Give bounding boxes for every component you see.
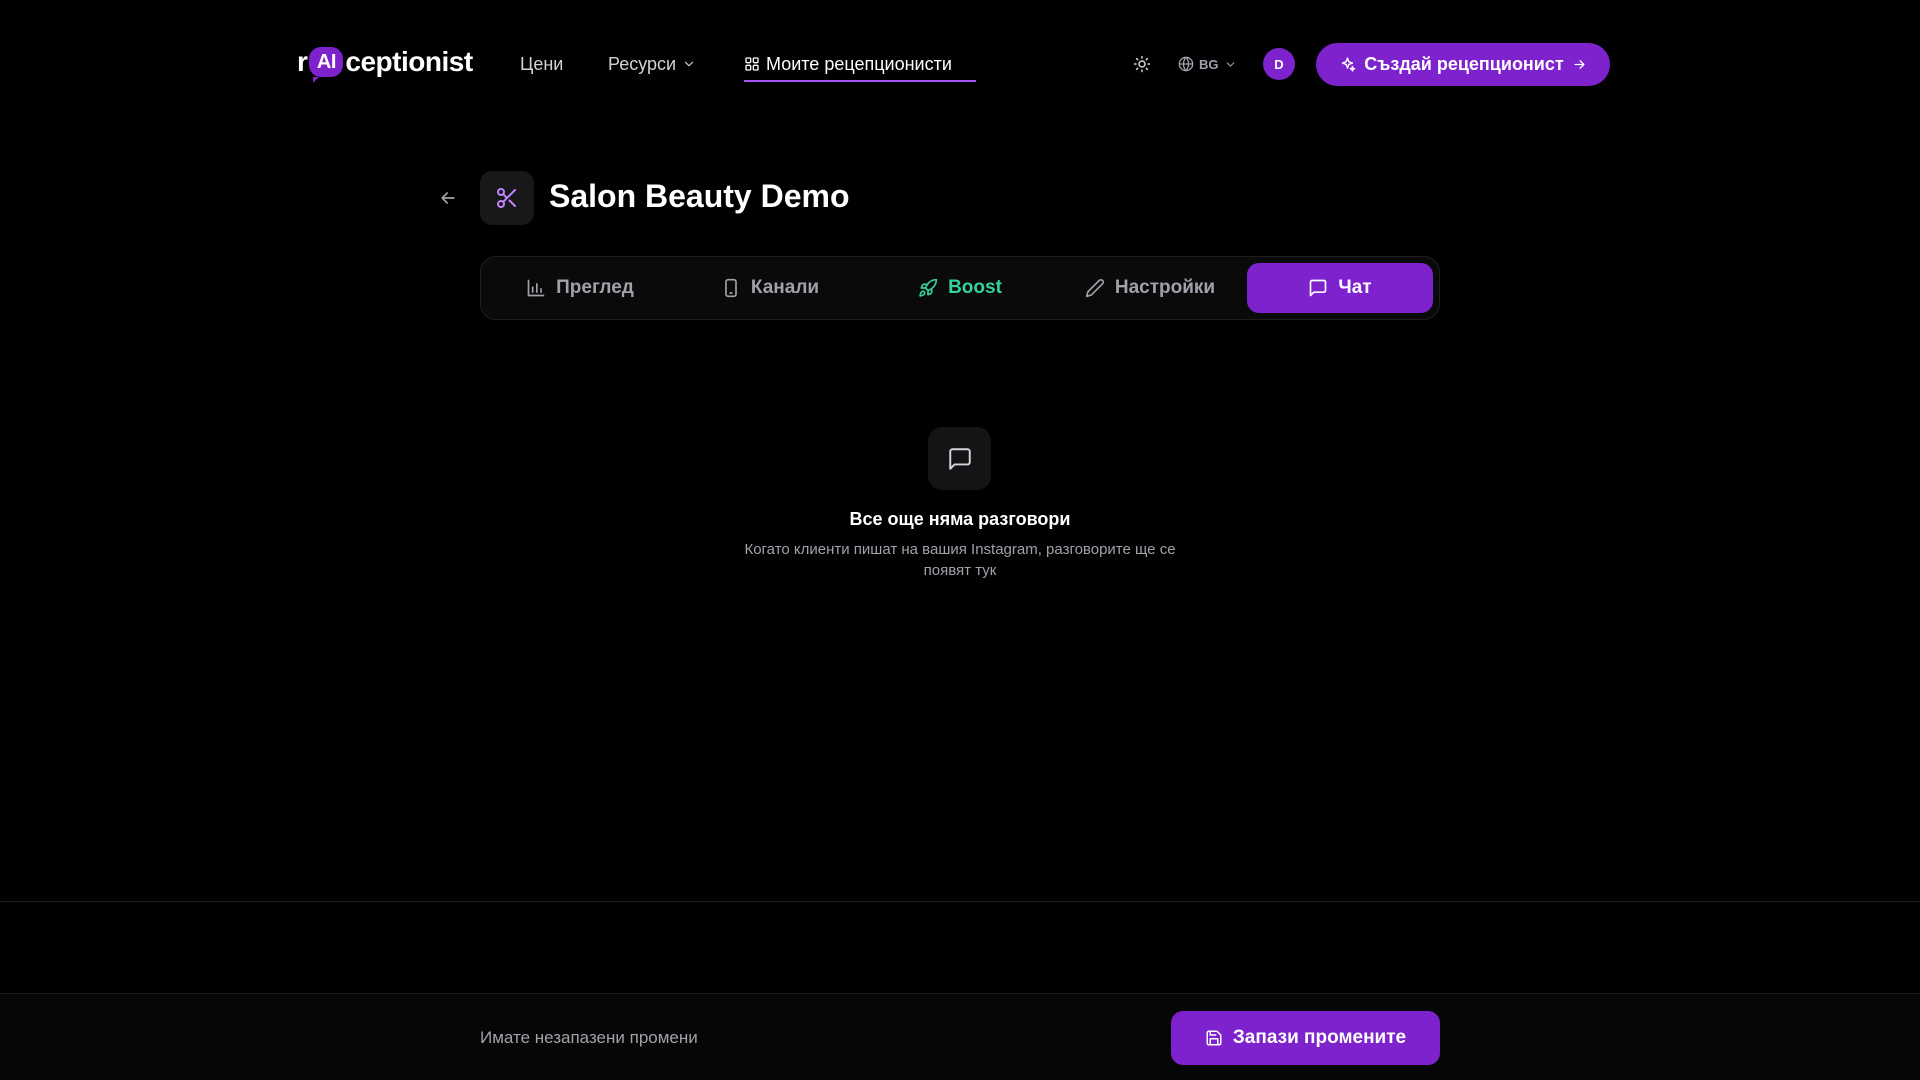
logo-prefix: r (297, 46, 308, 77)
grid-icon (744, 56, 760, 72)
nav-active-indicator (744, 80, 976, 82)
nav-resources[interactable]: Ресурси (608, 50, 696, 78)
chat-icon (1308, 278, 1328, 298)
tab-overview-label: Преглед (556, 277, 634, 298)
nav-pricing[interactable]: Цени (520, 50, 563, 78)
nav-resources-label: Ресурси (608, 53, 677, 74)
tab-overview[interactable]: Преглед (487, 263, 673, 313)
tab-chat-label: Чат (1338, 277, 1372, 298)
tab-channels-label: Канали (750, 277, 820, 298)
create-receptionist-button[interactable]: Създай рецепционист (1316, 43, 1610, 86)
tab-settings[interactable]: Настройки (1057, 263, 1243, 313)
arrow-right-icon (1572, 57, 1587, 72)
empty-state-description: Когато клиенти пишат на вашия Instagram,… (744, 541, 1176, 579)
language-selector[interactable]: BG (1178, 52, 1237, 76)
sparkles-icon (1339, 56, 1356, 73)
sun-icon (1133, 55, 1151, 73)
tab-boost-label: Boost (948, 277, 1002, 298)
logo[interactable]: r AI ceptionist (297, 42, 473, 83)
bar-chart-icon (526, 278, 546, 298)
footer-divider (0, 901, 1920, 902)
theme-toggle-button[interactable] (1130, 52, 1154, 76)
back-button[interactable] (436, 186, 460, 210)
receptionist-tabs: Преглед Канали Boost Настройки Чат (480, 256, 1440, 320)
rocket-icon (918, 278, 938, 298)
save-changes-label: Запази промените (1232, 1027, 1407, 1048)
save-changes-button[interactable]: Запази промените (1171, 1011, 1440, 1065)
create-receptionist-label: Създай рецепционист (1364, 54, 1564, 74)
logo-ai-badge: AI (309, 47, 344, 83)
tab-settings-label: Настройки (1114, 277, 1216, 298)
chevron-down-icon (682, 57, 696, 71)
chevron-down-icon (1224, 58, 1237, 71)
empty-state-title: Все още няма разговори (849, 509, 1071, 529)
salon-type-badge (480, 171, 534, 225)
nav-pricing-label: Цени (520, 53, 564, 74)
phone-icon (721, 278, 741, 298)
unsaved-changes-message: Имате незапазени промени (480, 1028, 698, 1047)
pencil-icon (1085, 278, 1105, 298)
save-icon (1205, 1029, 1223, 1047)
tab-boost[interactable]: Boost (867, 263, 1053, 313)
page-title: Salon Beauty Demo (549, 178, 850, 214)
unsaved-changes-bar: Имате незапазени промени Запази променит… (0, 993, 1920, 1080)
tab-channels[interactable]: Канали (677, 263, 863, 313)
chat-icon (947, 446, 973, 472)
tab-chat[interactable]: Чат (1247, 263, 1433, 313)
nav-my-receptionists[interactable]: Моите рецепционисти (744, 50, 952, 78)
language-code: BG (1199, 56, 1219, 72)
empty-state-icon-box (928, 427, 991, 490)
logo-suffix: ceptionist (345, 46, 473, 77)
user-avatar[interactable]: D (1263, 48, 1295, 80)
site-header: r AI ceptionist Цени Ресурси Моите рецеп… (0, 0, 1920, 128)
nav-my-receptionists-label: Моите рецепционисти (766, 53, 952, 74)
arrow-left-icon (438, 188, 458, 208)
globe-icon (1178, 56, 1194, 72)
scissors-icon (495, 186, 519, 210)
